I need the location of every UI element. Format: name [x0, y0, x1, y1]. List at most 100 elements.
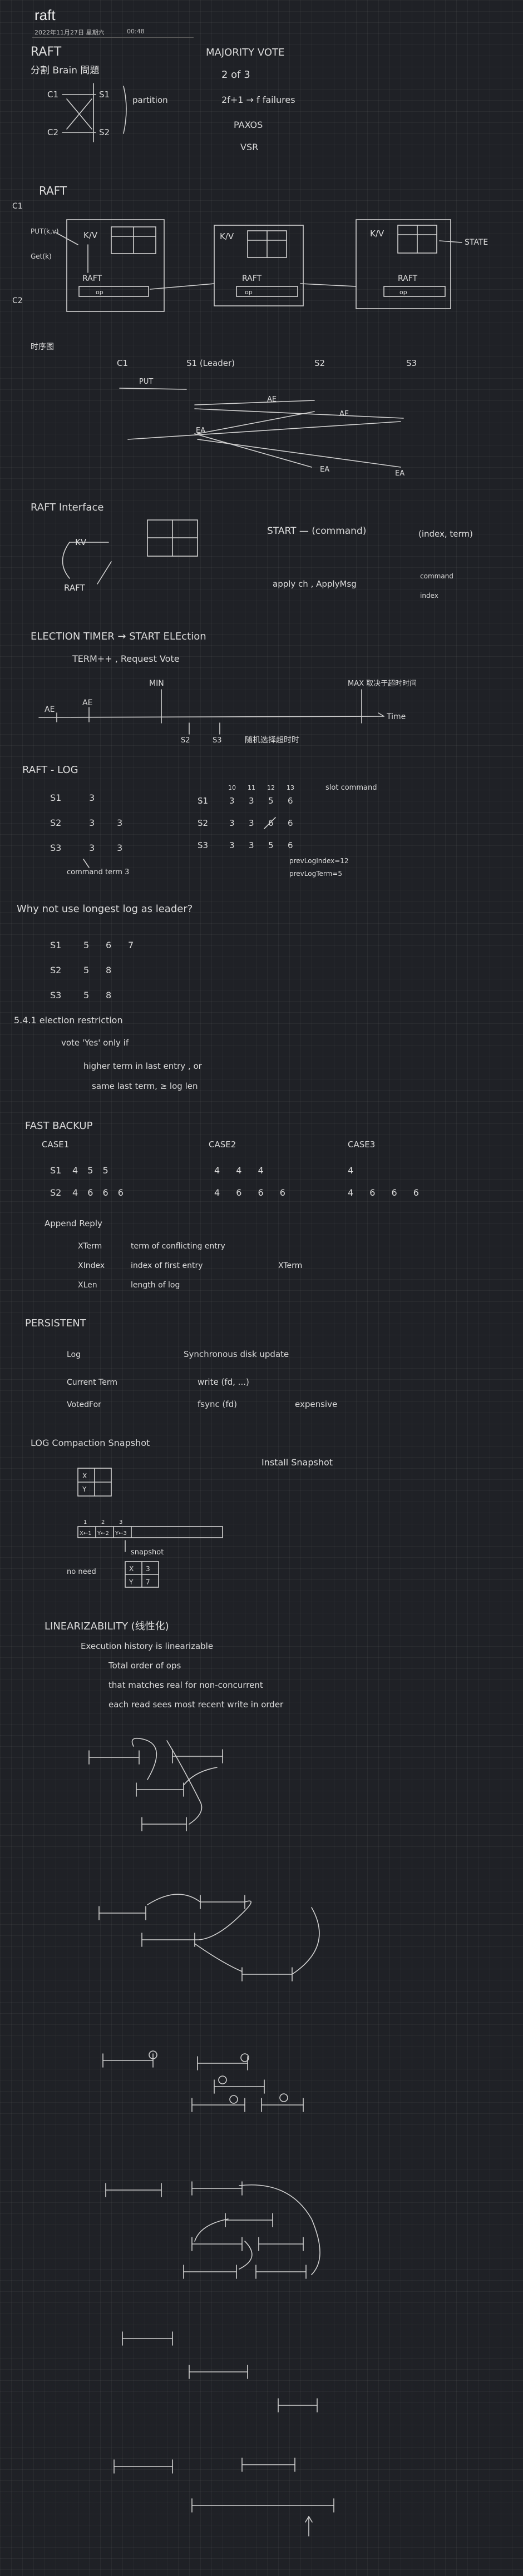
- state-label: STATE: [465, 238, 488, 247]
- message-label: AE: [339, 410, 349, 418]
- server-timeout: S2: [181, 736, 190, 745]
- log-entry: X←1: [80, 1530, 92, 1537]
- majority-label: MAJORITY VOTE: [206, 47, 284, 58]
- section-fast-backup: FAST BACKUP CASE1 CASE2 CASE3 S1 4 5 5 S…: [25, 1120, 426, 1290]
- section-election-timer: ELECTION TIMER → START ELEction TERM++ ,…: [31, 631, 417, 745]
- log-cells: 4 6 6 6: [72, 1187, 127, 1198]
- field-desc: length of log: [131, 1281, 180, 1290]
- section-raft-interface: RAFT Interface KV RAFT START — (command)…: [31, 502, 473, 600]
- field-desc: term of conflicting entry: [131, 1242, 225, 1251]
- applymsg-fields: index: [420, 592, 438, 600]
- log-bar: [383, 286, 446, 297]
- server-timeout: S3: [213, 736, 222, 745]
- section-raft-log: RAFT - LOG S1 3 S2 3 3 S3 3 3 command te…: [22, 764, 377, 878]
- log-entry: Y←3: [115, 1530, 127, 1537]
- log-row-label: S1: [198, 796, 208, 806]
- majority-value: 2 of 3: [221, 69, 250, 81]
- definition-line: each read sees most recent write in orde…: [108, 1700, 284, 1710]
- brace-mark: [123, 86, 127, 134]
- section-heading: Why not use longest log as leader?: [17, 903, 193, 915]
- section-log-compaction: LOG Compaction Snapshot Install Snapshot…: [31, 1438, 333, 1588]
- persistence-note: Synchronous disk update: [184, 1349, 289, 1359]
- log-index: 13: [287, 784, 294, 791]
- partition-label: partition: [132, 95, 168, 105]
- log-row-label: S2: [50, 818, 61, 828]
- case-label: CASE2: [209, 1140, 236, 1150]
- section-longest-log: Why not use longest log as leader? S1 5 …: [14, 903, 203, 1091]
- log-table-left: S1 3 S2 3 3 S3 3 3 command term 3: [50, 792, 129, 876]
- kv-label: K/V: [220, 231, 234, 241]
- definition-line: Execution history is linearizable: [81, 1641, 213, 1651]
- snapshot-cell: 7: [146, 1578, 150, 1586]
- min-label: MIN: [149, 679, 164, 688]
- log-index: 11: [248, 784, 255, 791]
- message-arrow: [194, 400, 315, 405]
- example-3: [102, 2050, 304, 2112]
- axis-label: Time: [386, 712, 406, 721]
- restriction-line: same last term, ≥ log len: [92, 1081, 198, 1091]
- order-arrow: [292, 1907, 320, 1975]
- log-cell: 3: [249, 796, 254, 806]
- term-note: TERM++ , Request Vote: [72, 653, 180, 664]
- replicate-arrow: [150, 283, 215, 290]
- message-arrow: [197, 411, 315, 434]
- arrowhead: [308, 2516, 313, 2523]
- prev-log-index: prevLogIndex=12: [289, 857, 349, 865]
- kv-label: K/V: [83, 230, 98, 240]
- order-arrow: [194, 2218, 229, 2242]
- section-heading: PERSISTENT: [25, 1317, 87, 1329]
- field-name: XTerm: [78, 1242, 102, 1251]
- section-subtitle: 分割 Brain 問題: [31, 65, 99, 76]
- log-cell: 3: [229, 818, 235, 828]
- fault-formula: 2f+1 → f failures: [221, 95, 295, 105]
- log-cell: 5: [83, 965, 89, 975]
- max-label: MAX 取决于超时时间: [348, 680, 417, 688]
- server-label: S2: [99, 127, 110, 137]
- apply-channel: apply ch , ApplyMsg: [273, 579, 357, 589]
- timeline-label: 时序图: [31, 343, 54, 351]
- order-arrow: [194, 1943, 243, 1972]
- section-heading: LOG Compaction Snapshot: [31, 1438, 150, 1448]
- server-label: S1: [99, 90, 110, 100]
- order-arrow: [147, 1894, 201, 1905]
- field-name: XTerm: [278, 1261, 302, 1270]
- definition-line: Total order of ops: [108, 1661, 181, 1671]
- arrowhead: [305, 2516, 309, 2523]
- log-cells: 4 6 6 6: [348, 1187, 426, 1198]
- message-label: EA: [320, 465, 329, 474]
- client-label: C2: [12, 296, 23, 305]
- log-cell: 5: [268, 840, 274, 850]
- example-2: [98, 1894, 320, 1981]
- log-cell: 6: [288, 840, 293, 850]
- raft-label: RAFT: [82, 274, 102, 283]
- log-index: 12: [267, 784, 275, 791]
- timeline-column: S1 (Leader): [186, 358, 235, 368]
- raft-label: RAFT: [398, 274, 418, 283]
- ae-mark: AE: [45, 705, 55, 714]
- snapshot-cell: X: [129, 1565, 134, 1573]
- pointer-line: [83, 859, 90, 868]
- time-axis: [38, 716, 384, 718]
- protocol-label: VSR: [240, 142, 258, 152]
- field-name: XIndex: [78, 1261, 105, 1270]
- log-cell: 3: [89, 792, 95, 803]
- start-call: START — (command): [267, 526, 366, 537]
- log-cell: 5: [83, 990, 89, 1000]
- raft-label: RAFT: [64, 583, 85, 593]
- log-row-label: S1: [50, 940, 61, 950]
- order-arrow: [239, 2241, 253, 2270]
- client-label: C1: [12, 202, 23, 211]
- restriction-title: 5.4.1 election restriction: [14, 1015, 123, 1026]
- message-arrow: [127, 421, 401, 440]
- log-cell: 5: [83, 940, 89, 950]
- client-request-label: PUT(k,v): [31, 227, 59, 235]
- random-note: 随机选择超时时: [245, 736, 299, 745]
- log-cell: 7: [128, 940, 134, 950]
- persistent-item: VotedFor: [67, 1400, 101, 1409]
- snapshot-label: snapshot: [131, 1548, 164, 1557]
- log-cell: 3: [117, 843, 122, 853]
- timeline-column: S2: [314, 358, 325, 368]
- log-index: 1: [83, 1519, 87, 1525]
- op-cell: op: [245, 289, 253, 296]
- order-marker: [229, 2095, 238, 2104]
